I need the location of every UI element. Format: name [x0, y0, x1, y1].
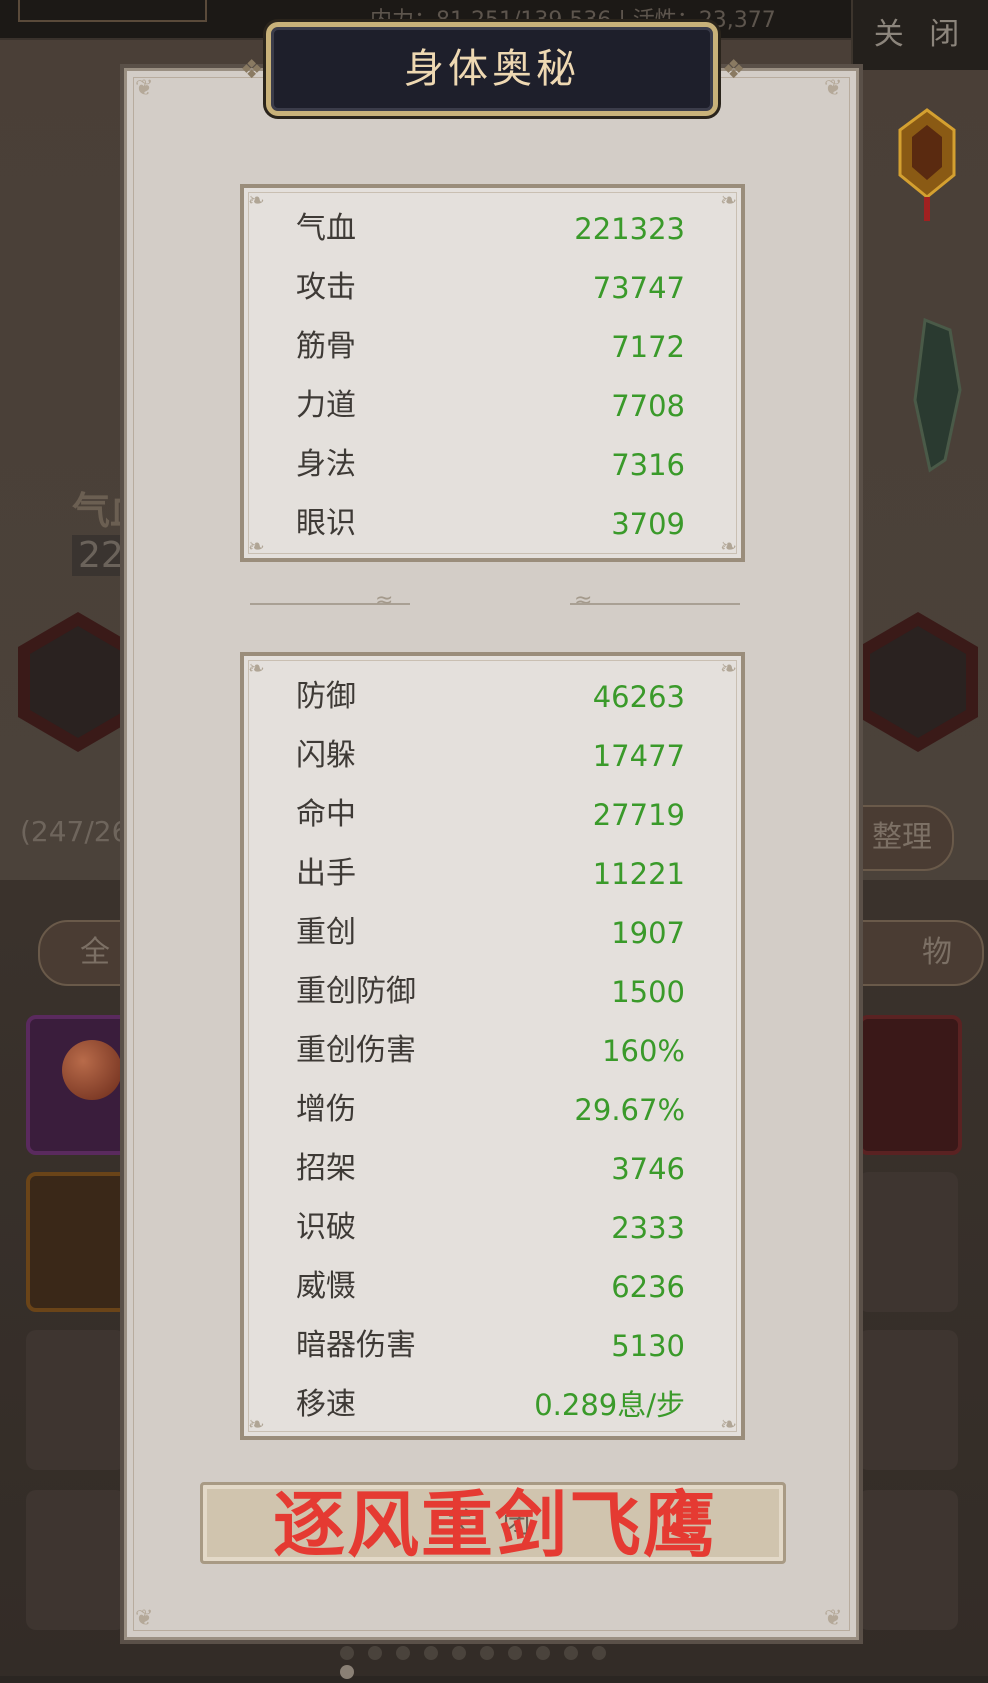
stat-label: 暗器伤害: [296, 1328, 416, 1363]
stat-row: 闪躲 17477: [296, 727, 685, 785]
stat-value: 7172: [611, 330, 685, 364]
stat-value: 0.289息/步: [534, 1388, 685, 1422]
stat-row: 筋骨 7172: [296, 318, 685, 376]
stat-label: 重创: [296, 915, 356, 950]
stat-value: 73747: [592, 271, 685, 305]
dialog-title-plate: 身体奥秘: [266, 22, 718, 116]
close-button[interactable]: 关 闭: [851, 0, 988, 70]
title-wing-left-icon: ❖: [240, 55, 264, 85]
corner-ornament-icon: ❧: [248, 656, 265, 680]
bag-capacity: (247/26: [20, 815, 130, 848]
stat-value: 46263: [592, 680, 685, 714]
stat-value: 1907: [611, 916, 685, 950]
stat-label: 攻击: [296, 270, 356, 305]
stat-row: 重创防御 1500: [296, 963, 685, 1021]
secondary-stats-panel: ❧ ❧ ❧ ❧ 防御 46263 闪躲 17477 命中 27719 出手 11221 …: [240, 652, 745, 1440]
stat-row: 身法 7316: [296, 436, 685, 494]
stat-value: 3709: [611, 507, 685, 541]
stat-value: 11221: [592, 857, 685, 891]
stat-row: 眼识 3709: [296, 495, 685, 553]
stat-label: 招架: [296, 1151, 356, 1186]
watermark-text: 逐风重剑飞鹰: [272, 1483, 717, 1567]
stat-label: 筋骨: [296, 329, 356, 364]
stat-row: 命中 27719: [296, 786, 685, 844]
mount-slot-right[interactable]: [858, 612, 978, 752]
page-indicator: [340, 1645, 640, 1679]
stat-value: 17477: [592, 739, 685, 773]
corner-ornament-icon: ❧: [248, 1412, 265, 1436]
inventory-slot[interactable]: [858, 1015, 962, 1155]
primary-stats-panel: ❧ ❧ ❧ ❧ 气血 221323 攻击 73747 筋骨 7172 力道 7708 身…: [240, 184, 745, 562]
divider-ornament-icon: ≈: [375, 588, 394, 613]
stat-label: 身法: [296, 447, 356, 482]
stat-value: 5130: [611, 1329, 685, 1363]
stat-row: 重创 1907: [296, 904, 685, 962]
stat-row: 出手 11221: [296, 845, 685, 903]
stat-label: 重创伤害: [296, 1033, 416, 1068]
inventory-slot[interactable]: [858, 1330, 958, 1470]
stat-label: 移速: [296, 1387, 356, 1422]
corner-ornament-icon: ❦: [824, 76, 843, 101]
stat-row: 重创伤害 160%: [296, 1022, 685, 1080]
corner-ornament-icon: ❧: [720, 1412, 737, 1436]
corner-ornament-icon: ❧: [248, 188, 265, 212]
stat-row: 防御 46263: [296, 668, 685, 726]
stat-value: 7316: [611, 448, 685, 482]
stat-row: 增伤 29.67%: [296, 1081, 685, 1139]
stat-value: 29.67%: [574, 1093, 685, 1127]
stat-value: 2333: [611, 1211, 685, 1245]
corner-ornament-icon: ❧: [248, 534, 265, 558]
stat-value: 221323: [574, 212, 685, 246]
corner-ornament-icon: ❧: [720, 534, 737, 558]
stat-value: 7708: [611, 389, 685, 423]
stat-label: 闪躲: [296, 738, 356, 773]
stat-label: 增伤: [296, 1092, 356, 1127]
dialog-title: 身体奥秘: [404, 46, 580, 92]
weapon-slot-left[interactable]: [18, 612, 138, 752]
inventory-slot[interactable]: [858, 1172, 958, 1312]
stat-label: 识破: [296, 1210, 356, 1245]
stat-value: 27719: [592, 798, 685, 832]
inventory-slot[interactable]: [858, 1490, 958, 1630]
stat-row: 气血 221323: [296, 200, 685, 258]
title-wing-right-icon: ❖: [722, 55, 746, 85]
inventory-slot[interactable]: [26, 1330, 126, 1470]
inventory-slot[interactable]: [26, 1172, 130, 1312]
inventory-slot[interactable]: [26, 1490, 126, 1630]
sort-button[interactable]: 整理: [850, 805, 954, 871]
divider-line: [570, 603, 740, 611]
stat-row: 识破 2333: [296, 1199, 685, 1257]
stat-label: 眼识: [296, 506, 356, 541]
top-bar-chip: [18, 0, 207, 22]
corner-ornament-icon: ❦: [135, 1606, 154, 1631]
armor-item-icon: [913, 317, 962, 473]
stat-label: 出手: [296, 856, 356, 891]
stat-row: 招架 3746: [296, 1140, 685, 1198]
stat-value: 160%: [602, 1034, 685, 1068]
stat-row: 攻击 73747: [296, 259, 685, 317]
corner-ornament-icon: ❦: [824, 1606, 843, 1631]
stat-label: 气血: [296, 211, 356, 246]
stat-value: 1500: [611, 975, 685, 1009]
stat-label: 防御: [296, 679, 356, 714]
stat-label: 威慑: [296, 1269, 356, 1304]
stat-value: 3746: [611, 1152, 685, 1186]
corner-ornament-icon: ❧: [720, 656, 737, 680]
lantern-charm-icon: [898, 108, 956, 221]
stat-label: 力道: [296, 388, 356, 423]
stat-label: 重创防御: [296, 974, 416, 1009]
corner-ornament-icon: ❧: [720, 188, 737, 212]
stat-label: 命中: [296, 797, 356, 832]
stat-row: 移速 0.289息/步: [296, 1376, 685, 1434]
stat-row: 威慑 6236: [296, 1258, 685, 1316]
stat-row: 力道 7708: [296, 377, 685, 435]
stat-value: 6236: [611, 1270, 685, 1304]
filter-items-tab[interactable]: 物: [850, 920, 984, 986]
corner-ornament-icon: ❦: [135, 76, 154, 101]
stat-row: 暗器伤害 5130: [296, 1317, 685, 1375]
orb-item-icon: [62, 1040, 122, 1100]
